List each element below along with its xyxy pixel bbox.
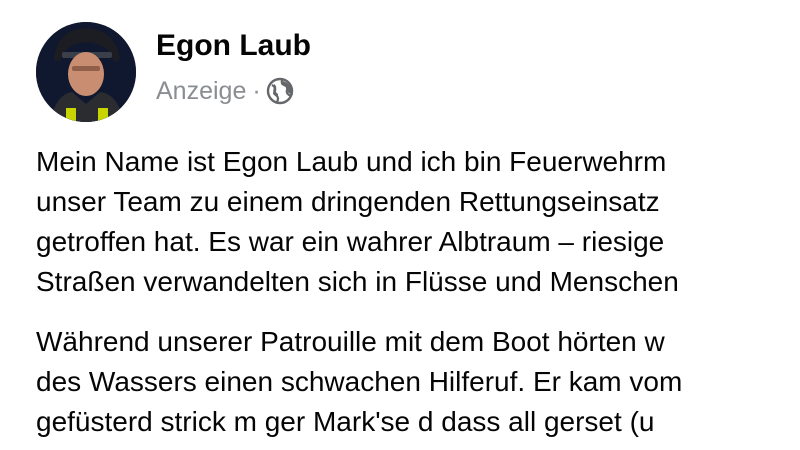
post-text-line: getroffen hat. Es war ein wahrer Albtrau… [36,226,665,257]
post-text-line: unser Team zu einem dringenden Rettungse… [36,186,660,217]
author-name[interactable]: Egon Laub [156,28,311,64]
post-paragraph-2: Während unserer Patrouille mit dem Boot … [36,322,800,442]
facebook-post: Egon Laub Anzeige · Mein Name ist Egon L… [0,0,800,450]
post-text-line: gefüsterd strick m ger Mark'se d dass al… [36,406,655,437]
globe-icon[interactable] [265,76,295,106]
sponsored-label[interactable]: Anzeige [156,76,246,106]
post-body: Mein Name ist Egon Laub und ich bin Feue… [36,142,800,450]
firefighter-avatar-image [36,22,136,122]
post-subline: Anzeige · [156,76,311,106]
post-text-line: Während unserer Patrouille mit dem Boot … [36,326,665,357]
post-header: Egon Laub Anzeige · [36,22,311,122]
post-meta: Egon Laub Anzeige · [156,22,311,106]
separator-dot: · [252,77,261,105]
avatar[interactable] [36,22,136,122]
post-text-line: Straßen verwandelten sich in Flüsse und … [36,266,679,297]
post-paragraph-1: Mein Name ist Egon Laub und ich bin Feue… [36,142,800,302]
post-text-line: Mein Name ist Egon Laub und ich bin Feue… [36,146,667,177]
post-text-line: des Wassers einen schwachen Hilferuf. Er… [36,366,683,397]
